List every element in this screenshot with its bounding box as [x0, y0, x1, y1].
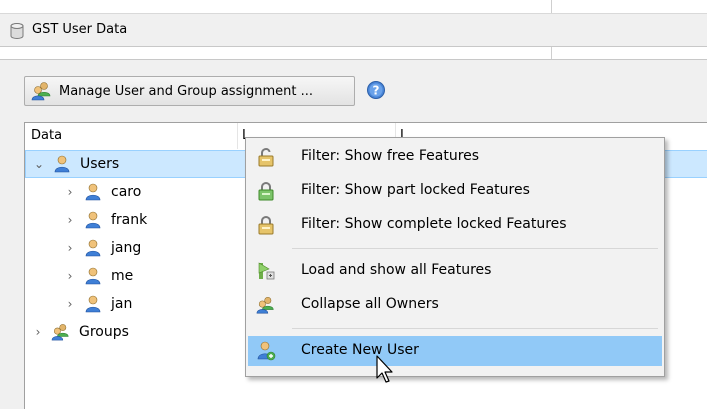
gst-user-data-window: GST User Data Manage User and Group assi…: [0, 0, 707, 409]
view-title: GST User Data: [32, 22, 128, 37]
menu-item-filter-free[interactable]: Filter: Show free Features: [248, 142, 662, 172]
menu-item-label: Create New User: [301, 342, 419, 358]
user-icon: [54, 155, 70, 173]
chevron-right-icon[interactable]: ›: [63, 185, 77, 199]
manage-button-label: Manage User and Group assignment ...: [59, 83, 313, 99]
tree-row-label: jan: [111, 296, 133, 312]
manage-assignment-button[interactable]: Manage User and Group assignment ...: [24, 76, 355, 106]
tree-row-label: Groups: [79, 324, 129, 340]
menu-item-filter-part-locked[interactable]: Filter: Show part locked Features: [248, 176, 662, 206]
user-icon: [85, 183, 101, 201]
menu-item-label: Load and show all Features: [301, 262, 492, 278]
menu-item-label: Filter: Show part locked Features: [301, 182, 530, 198]
menu-item-create-new-user[interactable]: Create New User: [248, 336, 662, 366]
svg-text:?: ?: [373, 84, 380, 98]
menu-item-collapse-owners[interactable]: Collapse all Owners: [248, 290, 662, 320]
gap: [0, 47, 707, 59]
tree-row-label: jang: [111, 240, 142, 256]
user-icon: [85, 295, 101, 313]
user-icon: [85, 211, 101, 229]
tree-row-label: me: [111, 268, 134, 284]
tree-row-label: frank: [111, 212, 148, 228]
divider: [551, 47, 552, 59]
divider: [551, 0, 552, 13]
context-menu: Filter: Show free Features Filter: Show …: [245, 137, 665, 377]
group-icon: [51, 324, 69, 341]
lock-complete-icon: [258, 215, 274, 235]
chevron-right-icon[interactable]: ›: [63, 213, 77, 227]
chevron-right-icon[interactable]: ›: [31, 325, 45, 339]
view-titlebar: GST User Data: [0, 13, 707, 47]
menu-item-label: Filter: Show free Features: [301, 148, 480, 164]
chevron-down-icon[interactable]: ⌄: [32, 157, 46, 171]
user-icon: [85, 239, 101, 257]
menu-item-filter-complete-locked[interactable]: Filter: Show complete locked Features: [248, 210, 662, 240]
help-icon[interactable]: ?: [366, 80, 386, 100]
menu-item-load-all-features[interactable]: Load and show all Features: [248, 256, 662, 286]
users-groups-icon: [31, 82, 51, 101]
menu-separator: [292, 328, 658, 329]
database-icon: [10, 23, 24, 39]
top-strip: [0, 0, 707, 13]
chevron-right-icon[interactable]: ›: [63, 297, 77, 311]
mouse-pointer-icon: [376, 355, 393, 383]
chevron-right-icon[interactable]: ›: [63, 269, 77, 283]
chevron-right-icon[interactable]: ›: [63, 241, 77, 255]
user-icon: [85, 267, 101, 285]
lock-partial-icon: [258, 181, 274, 201]
tree-row-label: caro: [111, 184, 142, 200]
lock-free-icon: [258, 147, 274, 167]
load-features-icon: [258, 262, 275, 280]
tree-row-label: Users: [80, 156, 120, 172]
collapse-owners-icon: [256, 297, 274, 314]
add-user-icon: [257, 341, 276, 361]
menu-separator: [292, 248, 658, 249]
menu-item-label: Filter: Show complete locked Features: [301, 216, 567, 232]
menu-item-label: Collapse all Owners: [301, 296, 439, 312]
column-header-data[interactable]: Data: [25, 123, 237, 149]
